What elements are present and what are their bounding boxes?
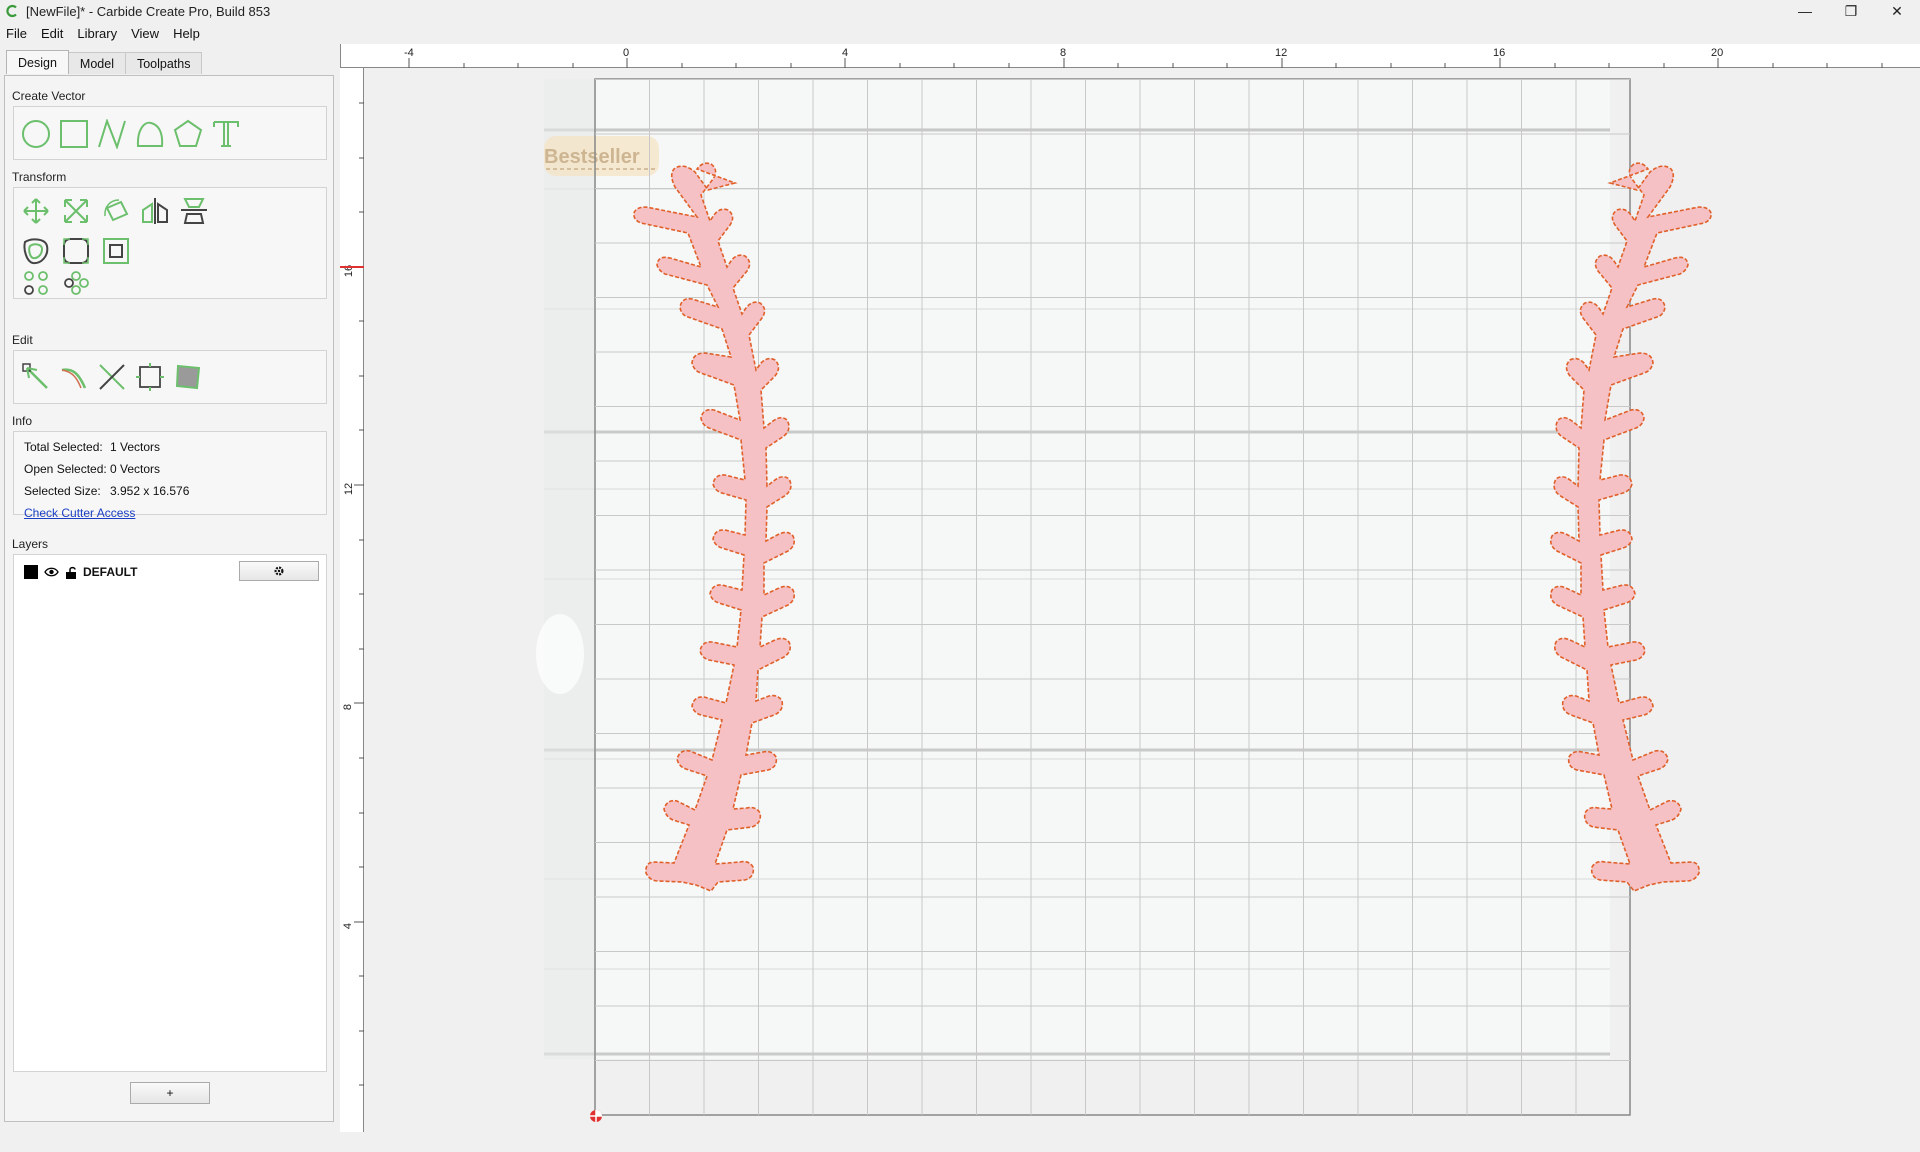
window-title: [NewFile]* - Carbide Create Pro, Build 8… (26, 3, 271, 19)
layers-list: DEFAULT (13, 554, 327, 1072)
edit-heading: Edit (12, 333, 33, 347)
horizontal-ruler-ticks (408, 58, 1883, 68)
origin-marker (590, 1110, 602, 1122)
layer-name: DEFAULT (83, 565, 138, 579)
design-panel: Create Vector Transform Edit Info Total … (4, 75, 334, 1122)
info-heading: Info (12, 414, 33, 428)
move-icon[interactable] (19, 194, 53, 228)
minimize-button[interactable]: — (1782, 0, 1828, 22)
menu-bar: File Edit Library View Help (0, 22, 214, 44)
canvas-svg[interactable]: Bestseller (365, 69, 1920, 1132)
boolean-icon[interactable] (99, 234, 133, 268)
image-blob (536, 614, 584, 694)
layers-heading: Layers (12, 537, 49, 551)
selected-size-label: Selected Size: (24, 484, 101, 498)
fillet-icon[interactable] (59, 234, 93, 268)
selected-size-row: Selected Size: 3.952 x 16.576 (24, 484, 189, 498)
circular-array-icon[interactable] (19, 266, 53, 300)
status-bar (0, 1132, 1920, 1152)
curve-icon[interactable] (133, 117, 167, 151)
open-selected-label: Open Selected: (24, 462, 107, 476)
total-selected-row: Total Selected: 1 Vectors (24, 440, 160, 454)
menu-help[interactable]: Help (173, 26, 200, 41)
vertical-ruler-ticks (340, 102, 364, 1086)
polyline-icon[interactable] (95, 117, 129, 151)
carbide-app-icon (4, 3, 20, 19)
node-edit-icon[interactable] (19, 360, 53, 394)
title-bar: [NewFile]* - Carbide Create Pro, Build 8… (0, 0, 1920, 22)
gear-icon (273, 565, 285, 577)
menu-view[interactable]: View (131, 26, 159, 41)
pattern-icon[interactable] (59, 266, 93, 300)
bounding-box-icon[interactable] (133, 360, 167, 394)
align-icon[interactable] (177, 194, 211, 228)
menu-file[interactable]: File (6, 26, 27, 41)
rotate-icon[interactable] (99, 194, 133, 228)
design-canvas-area: -4 0 4 8 12 16 20 16 12 8 4 0 (340, 44, 1920, 1147)
trim-icon[interactable] (95, 360, 129, 394)
total-selected-label: Total Selected: (24, 440, 103, 454)
create-vector-heading: Create Vector (12, 89, 86, 103)
close-button[interactable]: ✕ (1874, 0, 1920, 22)
image-left-strip (544, 79, 596, 1059)
selected-size-value: 3.952 x 16.576 (110, 484, 190, 498)
background-badge-text: Bestseller (544, 146, 640, 168)
vertical-ruler[interactable]: 16 12 8 4 0 (340, 68, 364, 1147)
total-selected-value: 1 Vectors (110, 440, 161, 454)
scale-icon[interactable] (59, 194, 93, 228)
polygon-icon[interactable] (171, 117, 205, 151)
canvas-stage[interactable]: Bestseller (365, 69, 1920, 1132)
menu-edit[interactable]: Edit (41, 26, 63, 41)
unlocked-icon[interactable] (65, 566, 77, 579)
transform-group (13, 187, 327, 299)
edit-group (13, 350, 327, 404)
text-icon[interactable] (209, 117, 243, 151)
mirror-icon[interactable] (138, 194, 172, 228)
layer-row[interactable]: DEFAULT (24, 562, 137, 582)
tab-bar: Design Model Toolpaths (6, 50, 203, 74)
open-selected-value: 0 Vectors (110, 462, 161, 476)
restore-button[interactable]: ❐ (1828, 0, 1874, 22)
tab-design[interactable]: Design (6, 50, 69, 74)
menu-library[interactable]: Library (77, 26, 117, 41)
circle-icon[interactable] (19, 117, 53, 151)
horizontal-ruler[interactable]: -4 0 4 8 12 16 20 (340, 44, 1920, 68)
rectangle-icon[interactable] (57, 117, 91, 151)
eye-icon[interactable] (44, 567, 59, 577)
left-panel: Design Model Toolpaths Create Vector Tra… (4, 46, 336, 1122)
offset-icon[interactable] (19, 234, 53, 268)
open-selected-row: Open Selected: 0 Vectors (24, 462, 160, 476)
add-layer-button[interactable]: + (130, 1082, 210, 1104)
fill-icon[interactable] (171, 360, 205, 394)
check-cutter-access-link[interactable]: Check Cutter Access (24, 506, 135, 520)
tab-model[interactable]: Model (67, 52, 126, 74)
smooth-icon[interactable] (57, 360, 91, 394)
transform-heading: Transform (12, 170, 67, 184)
layer-settings-button[interactable] (239, 561, 319, 581)
create-vector-group (13, 106, 327, 160)
tab-toolpaths[interactable]: Toolpaths (124, 52, 203, 74)
layer-color-swatch[interactable] (24, 565, 38, 579)
